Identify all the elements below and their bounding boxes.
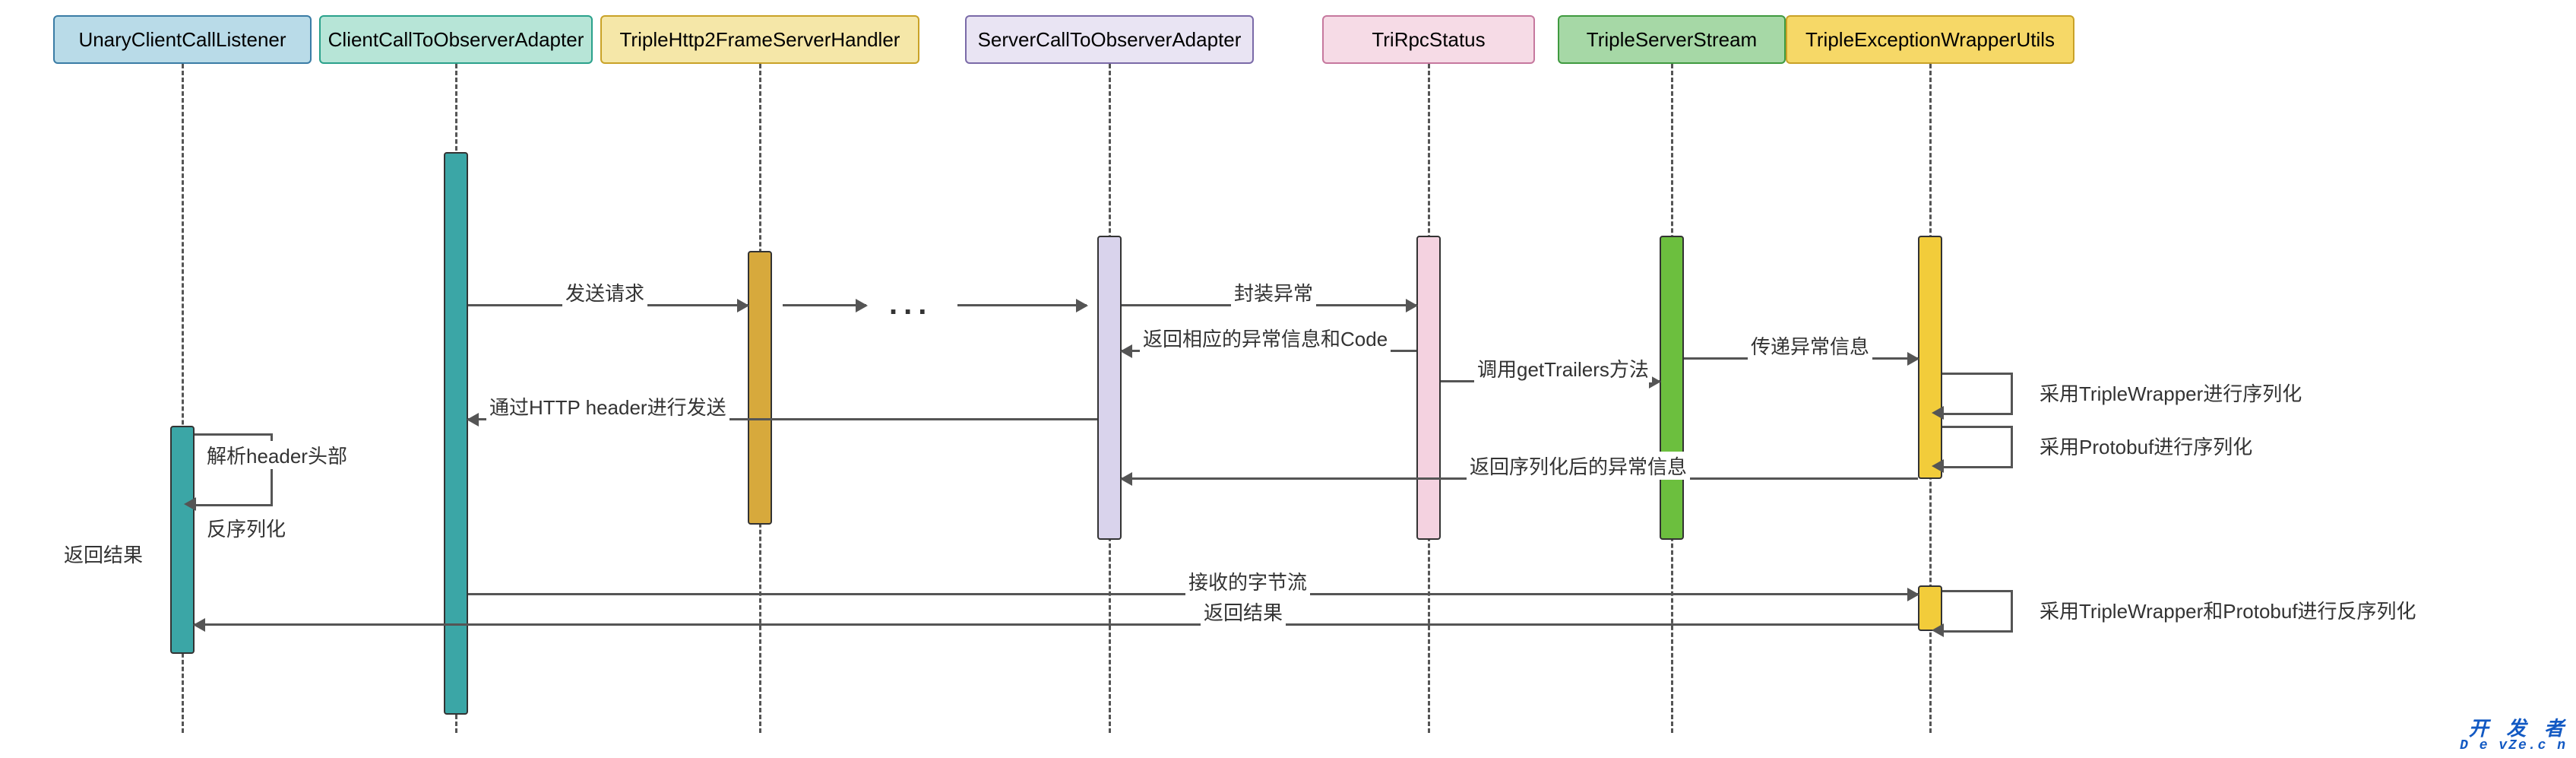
activation-p3-2	[1097, 236, 1122, 540]
participant-p4: TriRpcStatus	[1322, 15, 1535, 64]
self-message-2	[1942, 590, 2013, 633]
message-label-3: 调用getTrailers方法	[1474, 354, 1652, 382]
activation-p1-0	[444, 152, 468, 715]
participant-p6: TripleExceptionWrapperUtils	[1786, 15, 2074, 64]
message-label-7: 接收的字节流	[1185, 567, 1310, 595]
sequence-diagram: UnaryClientCallListenerClientCallToObser…	[0, 0, 2576, 758]
message-label-4: 传递异常信息	[1748, 331, 1872, 360]
activation-p0-6	[170, 426, 195, 654]
participant-p1: ClientCallToObserverAdapter	[319, 15, 593, 64]
self-message-1	[1942, 426, 2013, 468]
message-label-8: 返回结果	[1201, 598, 1286, 626]
message-8	[195, 623, 1918, 626]
message-label-6: 返回序列化后的异常信息	[1467, 452, 1690, 480]
participant-p0: UnaryClientCallListener	[53, 15, 312, 64]
self-message-0	[1942, 373, 2013, 415]
self-left-label1-0: 解析header头部	[204, 441, 350, 469]
ellipsis-icon: ...	[889, 287, 932, 322]
message-label-0: 发送请求	[562, 278, 647, 306]
self-message-label-0: 采用TripleWrapper进行序列化	[2036, 379, 2305, 407]
self-left-label2-0: 反序列化	[204, 514, 289, 542]
message-label-5: 通过HTTP header进行发送	[486, 392, 729, 420]
free-label-0: 返回结果	[61, 540, 146, 568]
continuation-arrow-1	[957, 304, 1087, 306]
participant-p2: TripleHttp2FrameServerHandler	[600, 15, 919, 64]
self-message-label-2: 采用TripleWrapper和Protobuf进行反序列化	[2036, 596, 2419, 624]
message-label-2: 返回相应的异常信息和Code	[1140, 324, 1391, 352]
activation-p4-3	[1416, 236, 1441, 540]
participant-p3: ServerCallToObserverAdapter	[965, 15, 1254, 64]
activation-p5-4	[1660, 236, 1684, 540]
participant-p5: TripleServerStream	[1558, 15, 1786, 64]
continuation-arrow-0	[783, 304, 866, 306]
activation-p2-1	[748, 251, 772, 525]
self-message-label-1: 采用Protobuf进行序列化	[2036, 432, 2255, 460]
message-label-1: 封装异常	[1231, 278, 1316, 306]
activation-p6-5	[1918, 236, 1942, 479]
watermark: 开 发 者D e vZe.c n	[2460, 722, 2567, 752]
